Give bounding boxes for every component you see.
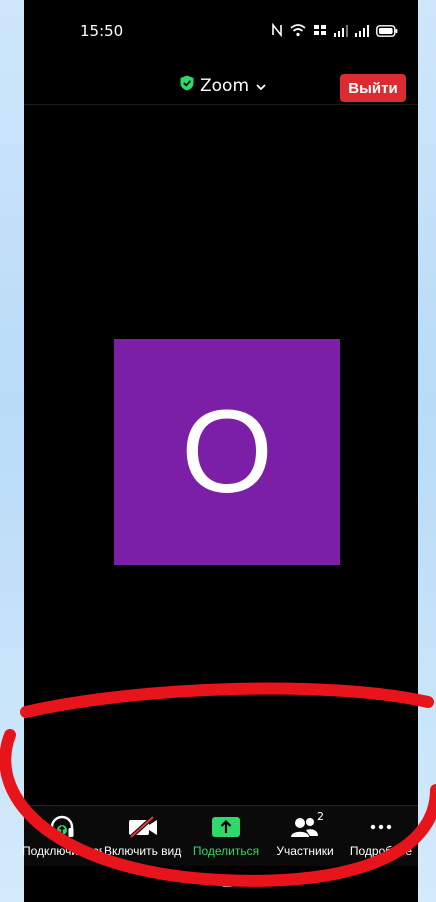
- join-audio-button[interactable]: Подключить звук: [22, 814, 102, 858]
- start-video-label: Включить видео: [104, 844, 182, 858]
- participants-icon: 2: [265, 810, 345, 840]
- video-off-icon: [104, 814, 182, 840]
- phone-screen: 15:50 Zoom Выйти O Подключить зв Включит…: [22, 0, 420, 902]
- shield-check-icon: [180, 75, 194, 96]
- chevron-down-icon: [255, 76, 267, 96]
- meeting-header: Zoom Выйти: [24, 60, 418, 105]
- meeting-title: Zoom: [200, 75, 250, 96]
- status-bar: 15:50: [24, 0, 418, 60]
- battery-icon: [376, 22, 398, 41]
- video-area: O: [24, 105, 418, 805]
- share-label: Поделиться: [192, 844, 260, 858]
- participant-avatar-tile: O: [114, 339, 340, 565]
- start-video-button[interactable]: Включить видео: [104, 814, 182, 858]
- share-screen-icon: [186, 814, 266, 840]
- join-audio-label: Подключить звук: [22, 844, 102, 858]
- leave-button[interactable]: Выйти: [340, 74, 406, 102]
- more-dots-icon: [342, 814, 420, 840]
- participants-count: 2: [317, 810, 324, 823]
- meeting-title-dropdown[interactable]: Zoom: [180, 75, 267, 96]
- status-icons: [271, 22, 398, 41]
- signal-icon: [334, 22, 348, 41]
- meeting-toolbar: Подключить звук Включить видео Подел: [22, 805, 420, 866]
- avatar-initial: O: [181, 386, 273, 518]
- signal-icon: [355, 22, 369, 41]
- wifi-icon: [290, 22, 306, 41]
- participants-button[interactable]: 2 Участники: [265, 810, 345, 858]
- lte-icon: [313, 22, 327, 41]
- share-button[interactable]: Поделиться: [186, 814, 266, 858]
- status-time: 15:50: [80, 22, 124, 40]
- participants-label: Участники: [276, 844, 334, 858]
- home-indicator[interactable]: [221, 875, 233, 887]
- more-label: Подробнее: [349, 844, 413, 858]
- more-button[interactable]: Подробнее: [342, 814, 420, 858]
- nfc-icon: [271, 22, 283, 41]
- headphones-icon: [22, 814, 102, 840]
